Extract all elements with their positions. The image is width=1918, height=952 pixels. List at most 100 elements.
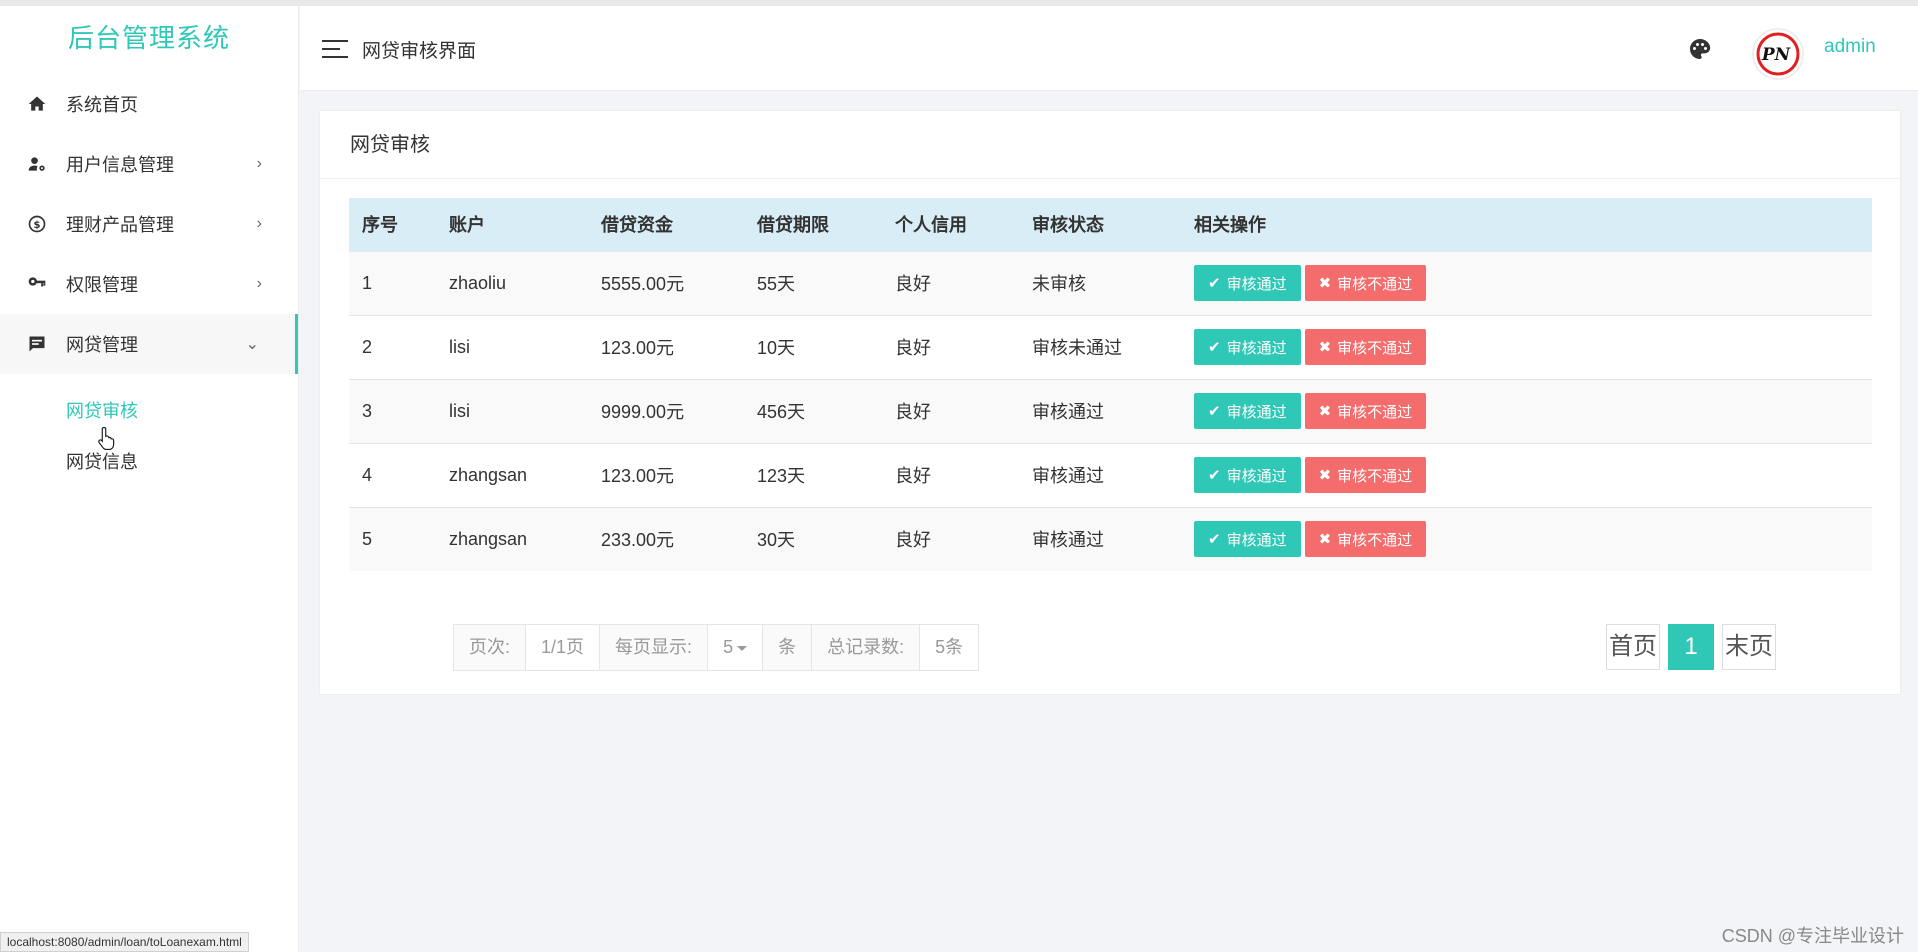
col-header-actions: 相关操作: [1181, 198, 1872, 251]
per-page-select[interactable]: 5: [708, 625, 764, 670]
cell-account: zhaoliu: [436, 250, 588, 315]
per-page-value: 5: [723, 637, 734, 657]
avatar-text: PN: [1761, 45, 1792, 65]
chevron-right-icon: ›: [256, 215, 262, 232]
reject-button[interactable]: ✖ 审核不通过: [1304, 521, 1427, 558]
approve-button[interactable]: ✔ 审核通过: [1194, 329, 1301, 365]
close-icon: ✖: [1318, 339, 1332, 356]
col-header-term: 借贷期限: [744, 198, 882, 251]
approve-button[interactable]: ✔ 审核通过: [1194, 521, 1301, 558]
cell-credit: 良好: [882, 442, 1019, 507]
sidebar-item-label: 网贷管理: [66, 335, 138, 355]
palette-icon[interactable]: [1688, 37, 1712, 61]
username[interactable]: admin: [1824, 36, 1876, 58]
cell-term: 123天: [744, 442, 882, 507]
chevron-down-icon: ⌄: [245, 336, 259, 353]
sidebar-item-label: 系统首页: [66, 95, 138, 115]
sidebar-item-user-info[interactable]: 用户信息管理 ›: [0, 134, 298, 194]
check-icon: ✔: [1208, 467, 1221, 484]
browser-status-url: localhost:8080/admin/loan/toLoanexam.htm…: [0, 932, 249, 952]
table-row: 2 lisi 123.00元 10天 良好 审核未通过 ✔ 审核通过 ✖ 审核不通过: [349, 314, 1872, 379]
cell-actions: ✔ 审核通过 ✖ 审核不通过: [1181, 314, 1872, 379]
per-page-label: 每页显示:: [600, 625, 709, 670]
reject-button[interactable]: ✖ 审核不通过: [1304, 265, 1427, 301]
chevron-right-icon: ›: [256, 155, 262, 172]
reject-label: 审核不通过: [1337, 339, 1413, 357]
col-header-status: 审核状态: [1019, 198, 1181, 251]
hand-cursor-icon: [98, 426, 115, 450]
table-row: 4 zhangsan 123.00元 123天 良好 审核通过 ✔ 审核通过 ✖ 审核…: [349, 442, 1872, 507]
cell-status: 审核通过: [1019, 378, 1181, 443]
approve-label: 审核通过: [1226, 403, 1287, 421]
reject-label: 审核不通过: [1337, 275, 1413, 293]
loan-review-card: 网贷审核 序号 账户 借贷资金 借贷期限 个人信用 审核状态 相关操作 1 zh…: [319, 110, 1901, 695]
chevron-right-icon: ›: [256, 275, 262, 292]
watermark: CSDN @专注毕业设计: [1721, 926, 1904, 946]
current-page-button[interactable]: 1: [1668, 624, 1714, 670]
reject-button[interactable]: ✖ 审核不通过: [1304, 393, 1427, 429]
cell-amount: 5555.00元: [588, 250, 744, 315]
cell-account: zhangsan: [436, 442, 588, 507]
sidebar-item-label: 用户信息管理: [66, 155, 174, 175]
reject-button[interactable]: ✖ 审核不通过: [1304, 457, 1427, 493]
cell-credit: 良好: [882, 314, 1019, 379]
cell-term: 456天: [744, 378, 882, 443]
reject-label: 审核不通过: [1337, 531, 1413, 549]
sidebar-item-permissions[interactable]: 权限管理 ›: [0, 254, 298, 314]
cell-id: 2: [349, 314, 436, 379]
table-row: 1 zhaoliu 5555.00元 55天 良好 未审核 ✔ 审核通过 ✖ 审核不通…: [349, 250, 1872, 315]
cell-id: 5: [349, 506, 436, 571]
loan-submenu: 网贷审核 网贷信息: [0, 374, 298, 488]
menu-toggle-icon[interactable]: [322, 40, 348, 60]
cell-amount: 9999.00元: [588, 378, 744, 443]
reject-button[interactable]: ✖ 审核不通过: [1304, 329, 1427, 365]
check-icon: ✔: [1208, 403, 1221, 420]
table-row: 5 zhangsan 233.00元 30天 良好 审核通过 ✔ 审核通过 ✖ 审核不…: [349, 506, 1872, 571]
cell-term: 10天: [744, 314, 882, 379]
card-title: 网贷审核: [320, 111, 1900, 179]
cell-id: 4: [349, 442, 436, 507]
sidebar-item-label: 权限管理: [66, 275, 138, 295]
table-header-row: 序号 账户 借贷资金 借贷期限 个人信用 审核状态 相关操作: [349, 198, 1872, 251]
approve-label: 审核通过: [1226, 275, 1287, 293]
cell-term: 30天: [744, 506, 882, 571]
cell-id: 1: [349, 250, 436, 315]
cell-status: 审核通过: [1019, 442, 1181, 507]
cell-term: 55天: [744, 250, 882, 315]
per-page-unit: 条: [763, 625, 813, 670]
cell-actions: ✔ 审核通过 ✖ 审核不通过: [1181, 442, 1872, 507]
first-page-button[interactable]: 首页: [1606, 624, 1660, 670]
check-icon: ✔: [1208, 531, 1221, 549]
top-header: 网贷审核界面 PN admin: [300, 6, 1918, 91]
home-icon: [26, 93, 48, 115]
cell-credit: 良好: [882, 250, 1019, 315]
approve-button[interactable]: ✔ 审核通过: [1194, 265, 1301, 301]
cell-actions: ✔ 审核通过 ✖ 审核不通过: [1181, 506, 1872, 571]
close-icon: ✖: [1318, 275, 1332, 292]
pagination-info: 页次: 1/1页 每页显示: 5 条 总记录数: 5条: [453, 624, 980, 671]
cell-amount: 233.00元: [588, 506, 744, 571]
approve-button[interactable]: ✔ 审核通过: [1194, 393, 1301, 429]
sidebar-item-home[interactable]: 系统首页: [0, 74, 298, 134]
total-value: 5条: [920, 625, 979, 670]
cell-account: lisi: [436, 378, 588, 443]
sidebar-item-loan-management[interactable]: 网贷管理 ⌄: [0, 314, 298, 374]
check-icon: ✔: [1208, 339, 1221, 356]
sidebar-subitem-loan-info[interactable]: 网贷信息: [0, 437, 298, 488]
avatar[interactable]: PN: [1752, 28, 1804, 80]
col-header-amount: 借贷资金: [588, 198, 744, 251]
check-icon: ✔: [1208, 275, 1221, 292]
cell-amount: 123.00元: [588, 442, 744, 507]
cell-amount: 123.00元: [588, 314, 744, 379]
cell-account: zhangsan: [436, 506, 588, 571]
user-settings-icon: [26, 153, 48, 175]
sidebar-item-finance-products[interactable]: $ 理财产品管理 ›: [0, 194, 298, 254]
last-page-button[interactable]: 末页: [1722, 624, 1776, 670]
sidebar-subitem-loan-review[interactable]: 网贷审核: [0, 386, 298, 437]
approve-label: 审核通过: [1226, 467, 1287, 485]
approve-button[interactable]: ✔ 审核通过: [1194, 457, 1301, 493]
approve-label: 审核通过: [1226, 531, 1287, 549]
cell-status: 审核通过: [1019, 506, 1181, 571]
cell-credit: 良好: [882, 506, 1019, 571]
loan-review-table: 序号 账户 借贷资金 借贷期限 个人信用 审核状态 相关操作 1 zhaoliu…: [349, 198, 1872, 571]
